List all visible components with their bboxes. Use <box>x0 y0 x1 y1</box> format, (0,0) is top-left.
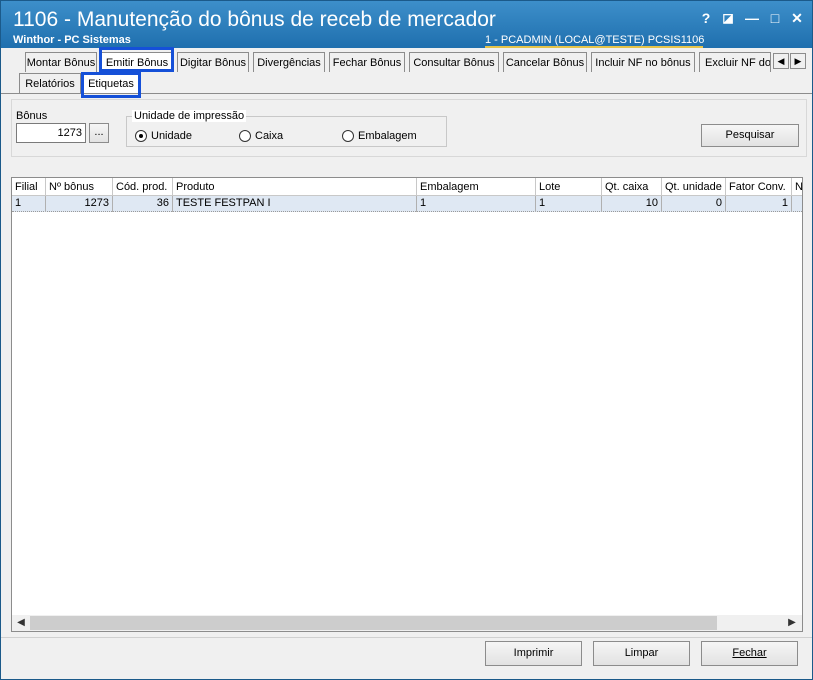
close-icon[interactable]: ✕ <box>787 8 807 28</box>
emitir-bonus-highlight <box>99 47 174 72</box>
tab-incluir-nf[interactable]: Incluir NF no bônus <box>591 52 695 72</box>
col-overflow[interactable]: N <box>792 178 802 196</box>
cell-produto[interactable]: TESTE FESTPAN I <box>173 196 417 212</box>
radio-caixa-label[interactable]: Caixa <box>255 130 283 142</box>
tab-consultar-bonus[interactable]: Consultar Bônus <box>409 52 499 72</box>
col-lote[interactable]: Lote <box>536 178 602 196</box>
session-info: 1 - PCADMIN (LOCAL@TESTE) PCSIS1106 <box>485 34 705 46</box>
tab-divergencias[interactable]: Divergências <box>253 52 325 72</box>
restore-icon[interactable]: ◪ <box>718 8 738 28</box>
horizontal-scrollbar[interactable]: ◀ ▶ <box>12 615 802 631</box>
col-embalagem[interactable]: Embalagem <box>417 178 536 196</box>
etiquetas-highlight <box>81 72 141 98</box>
results-grid: Filial Nº bônus Cód. prod. Produto Embal… <box>11 177 803 632</box>
cell-cod-prod[interactable]: 36 <box>113 196 173 212</box>
bonus-label: Bônus <box>16 110 48 122</box>
col-cod-prod[interactable]: Cód. prod. <box>113 178 173 196</box>
radio-caixa[interactable] <box>239 130 251 142</box>
bonus-input[interactable]: 1273 <box>16 123 86 143</box>
cell-qt-unidade[interactable]: 0 <box>662 196 726 212</box>
title-bar: 1106 - Manutenção do bônus de receb de m… <box>1 1 812 48</box>
cell-embalagem[interactable]: 1 <box>417 196 536 212</box>
cell-fator-conv[interactable]: 1 <box>726 196 792 212</box>
cell-qt-caixa[interactable]: 10 <box>602 196 662 212</box>
help-icon[interactable]: ? <box>696 8 716 28</box>
subtab-relatorios[interactable]: Relatórios <box>19 73 81 94</box>
col-num-bonus[interactable]: Nº bônus <box>46 178 113 196</box>
scroll-thumb[interactable] <box>30 616 717 630</box>
fechar-button[interactable]: Fechar <box>701 641 798 666</box>
tab-fechar-bonus[interactable]: Fechar Bônus <box>329 52 405 72</box>
col-fator-conv[interactable]: Fator Conv. <box>726 178 792 196</box>
col-qt-unidade[interactable]: Qt. unidade <box>662 178 726 196</box>
col-produto[interactable]: Produto <box>173 178 417 196</box>
radio-unidade-label[interactable]: Unidade <box>151 130 192 142</box>
radio-embalagem-label[interactable]: Embalagem <box>358 130 417 142</box>
window-title: 1106 - Manutenção do bônus de receb de m… <box>13 8 496 31</box>
tab-cancelar-bonus[interactable]: Cancelar Bônus <box>503 52 587 72</box>
minimize-icon[interactable]: — <box>742 8 762 28</box>
scroll-left-icon[interactable]: ◀ <box>13 615 29 631</box>
tab-scroll-right-icon[interactable]: ▶ <box>790 53 806 69</box>
pesquisar-button[interactable]: Pesquisar <box>701 124 799 147</box>
scroll-right-icon[interactable]: ▶ <box>784 615 800 631</box>
limpar-button[interactable]: Limpar <box>593 641 690 666</box>
window-subtitle: Winthor - PC Sistemas <box>13 34 131 46</box>
radio-embalagem[interactable] <box>342 130 354 142</box>
app-window: 1106 - Manutenção do bônus de receb de m… <box>0 0 813 680</box>
tab-scroll-left-icon[interactable]: ◀ <box>773 53 789 69</box>
cell-lote[interactable]: 1 <box>536 196 602 212</box>
maximize-icon[interactable]: □ <box>765 8 785 28</box>
cell-overflow[interactable] <box>792 196 802 212</box>
cell-num-bonus[interactable]: 1273 <box>46 196 113 212</box>
filter-panel: Bônus 1273 ... Unidade de impressão Unid… <box>11 99 807 157</box>
tab-montar-bonus[interactable]: Montar Bônus <box>25 52 97 72</box>
tab-excluir-nf[interactable]: Excluir NF do bônus <box>699 52 771 72</box>
radio-unidade[interactable] <box>135 130 147 142</box>
imprimir-button[interactable]: Imprimir <box>485 641 582 666</box>
tab-digitar-bonus[interactable]: Digitar Bônus <box>177 52 249 72</box>
table-row[interactable]: 1 1273 36 TESTE FESTPAN I 1 1 10 0 1 <box>12 196 802 212</box>
bonus-lookup-button[interactable]: ... <box>89 123 109 143</box>
footer-divider <box>1 637 812 638</box>
col-qt-caixa[interactable]: Qt. caixa <box>602 178 662 196</box>
col-filial[interactable]: Filial <box>12 178 46 196</box>
session-underline <box>485 46 703 48</box>
cell-filial[interactable]: 1 <box>12 196 46 212</box>
unidade-impressao-label: Unidade de impressão <box>132 110 247 122</box>
grid-header: Filial Nº bônus Cód. prod. Produto Embal… <box>12 178 802 196</box>
